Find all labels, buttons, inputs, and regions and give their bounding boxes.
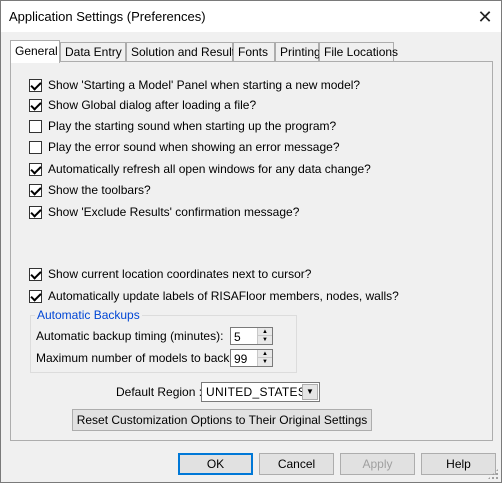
- checkbox[interactable]: [29, 289, 42, 303]
- option-auto-refresh[interactable]: Automatically refresh all open windows f…: [29, 162, 371, 176]
- checkbox[interactable]: [29, 98, 42, 112]
- checkbox[interactable]: [29, 183, 42, 197]
- down-arrow-icon[interactable]: ▼: [258, 336, 272, 344]
- option-label: Automatically update labels of RISAFloor…: [48, 289, 399, 303]
- tab-fonts[interactable]: Fonts: [233, 42, 275, 62]
- tab-printing[interactable]: Printing: [275, 42, 321, 62]
- option-label: Show current location coordinates next t…: [48, 267, 312, 281]
- chevron-down-icon[interactable]: ▼: [302, 384, 318, 400]
- tab-data-entry[interactable]: Data Entry: [60, 42, 126, 62]
- help-button[interactable]: Help: [421, 453, 496, 475]
- option-update-risafloor-labels[interactable]: Automatically update labels of RISAFloor…: [29, 289, 399, 303]
- checkbox[interactable]: [29, 119, 42, 133]
- automatic-backups-group: Automatic Backups Automatic backup timin…: [30, 308, 297, 373]
- apply-button[interactable]: Apply: [340, 453, 415, 475]
- checkbox[interactable]: [29, 267, 42, 281]
- stepper-arrows: ▲ ▼: [257, 350, 272, 366]
- option-label: Play the error sound when showing an err…: [48, 140, 340, 154]
- option-label: Show the toolbars?: [48, 183, 151, 197]
- title-bar: Application Settings (Preferences) ✕: [1, 1, 501, 32]
- max-models-value[interactable]: 99: [234, 352, 247, 366]
- option-show-global-dialog[interactable]: Show Global dialog after loading a file?: [29, 98, 256, 112]
- window-title: Application Settings (Preferences): [9, 9, 206, 24]
- stepper-arrows: ▲ ▼: [257, 328, 272, 344]
- option-location-coordinates[interactable]: Show current location coordinates next t…: [29, 267, 311, 281]
- tab-solution-results[interactable]: Solution and Results: [126, 42, 241, 62]
- down-arrow-icon[interactable]: ▼: [258, 358, 272, 366]
- up-arrow-icon[interactable]: ▲: [258, 350, 272, 358]
- option-label: Show Global dialog after loading a file?: [48, 98, 257, 112]
- general-panel: Show 'Starting a Model' Panel when start…: [10, 61, 493, 441]
- max-models-stepper[interactable]: 99 ▲ ▼: [230, 349, 273, 367]
- checkbox[interactable]: [29, 140, 42, 154]
- settings-dialog: Application Settings (Preferences) ✕ Gen…: [0, 0, 502, 483]
- close-icon[interactable]: ✕: [475, 7, 495, 27]
- default-region-select[interactable]: UNITED_STATES ▼: [201, 382, 320, 402]
- option-label: Show 'Exclude Results' confirmation mess…: [48, 205, 300, 219]
- max-models-label: Maximum number of models to backup:: [36, 351, 247, 365]
- option-starting-sound[interactable]: Play the starting sound when starting up…: [29, 119, 336, 133]
- backup-timing-value[interactable]: 5: [234, 330, 241, 344]
- option-show-toolbars[interactable]: Show the toolbars?: [29, 183, 151, 197]
- checkbox[interactable]: [29, 205, 42, 219]
- backup-timing-label: Automatic backup timing (minutes):: [36, 329, 224, 343]
- cancel-button[interactable]: Cancel: [259, 453, 334, 475]
- default-region-label: Default Region :: [116, 385, 203, 399]
- option-label: Show 'Starting a Model' Panel when start…: [48, 78, 361, 92]
- option-label: Automatically refresh all open windows f…: [48, 162, 371, 176]
- option-error-sound[interactable]: Play the error sound when showing an err…: [29, 140, 340, 154]
- checkbox[interactable]: [29, 78, 42, 92]
- checkbox[interactable]: [29, 162, 42, 176]
- option-label: Play the starting sound when starting up…: [48, 119, 337, 133]
- up-arrow-icon[interactable]: ▲: [258, 328, 272, 336]
- tab-file-locations[interactable]: File Locations: [319, 42, 398, 62]
- group-title: Automatic Backups: [35, 308, 142, 322]
- default-region-value[interactable]: UNITED_STATES: [206, 385, 306, 399]
- backup-timing-stepper[interactable]: 5 ▲ ▼: [230, 327, 273, 345]
- reset-customization-button[interactable]: Reset Customization Options to Their Ori…: [72, 409, 372, 431]
- ok-button[interactable]: OK: [178, 453, 253, 475]
- tab-general[interactable]: General: [10, 40, 60, 63]
- option-exclude-results[interactable]: Show 'Exclude Results' confirmation mess…: [29, 205, 299, 219]
- option-starting-model-panel[interactable]: Show 'Starting a Model' Panel when start…: [29, 78, 360, 92]
